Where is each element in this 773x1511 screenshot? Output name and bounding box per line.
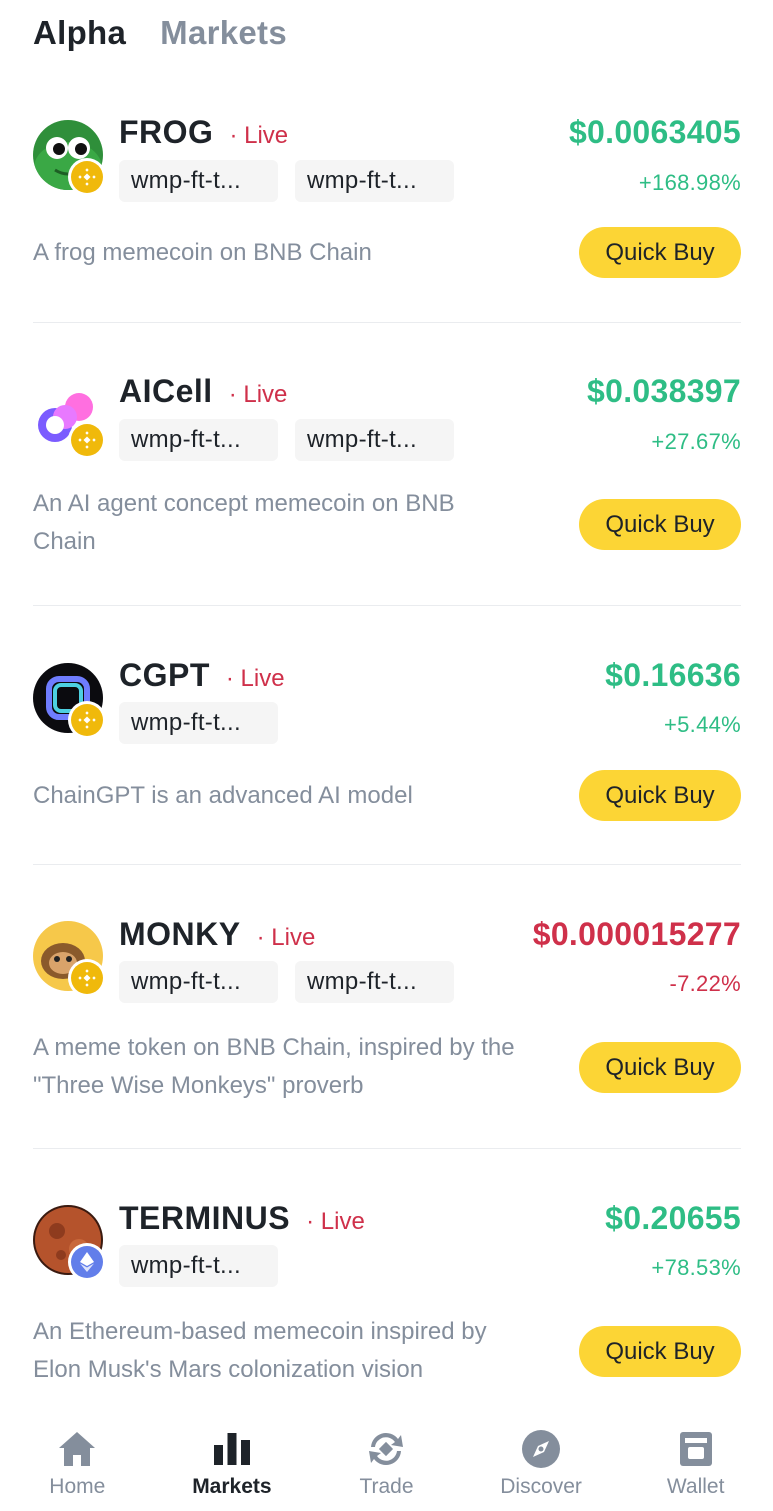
token-avatar (33, 120, 106, 196)
tab-markets[interactable]: Markets (160, 14, 287, 52)
token-card-frog[interactable]: FROG · Live wmp-ft-t... wmp-ft-t... $0.0… (33, 90, 741, 323)
bottom-nav-bar: Home Markets Trade Discover Wallet (0, 1415, 773, 1511)
live-status: · Live (306, 1208, 365, 1235)
nav-discover[interactable]: Discover (464, 1415, 619, 1511)
nav-markets[interactable]: Markets (155, 1415, 310, 1511)
token-tags: wmp-ft-t... (119, 1245, 278, 1287)
token-tag[interactable]: wmp-ft-t... (119, 702, 278, 744)
live-status: · Live (256, 924, 316, 951)
quick-buy-button[interactable]: Quick Buy (579, 770, 741, 821)
token-tag[interactable]: wmp-ft-t... (119, 160, 278, 202)
token-price: $0.16636 (605, 657, 741, 693)
token-change: +27.67% (651, 429, 741, 454)
token-description: A frog memecoin on BNB Chain (33, 239, 372, 266)
home-icon (55, 1427, 99, 1471)
token-tags: wmp-ft-t... wmp-ft-t... (119, 160, 454, 202)
token-tag[interactable]: wmp-ft-t... (119, 961, 278, 1003)
live-status: · Live (228, 381, 288, 408)
token-name-row: AICell · Live (119, 373, 287, 410)
token-price: $0.0063405 (568, 114, 741, 150)
token-description: An Ethereum-based memecoin inspired by E… (33, 1318, 487, 1383)
token-list: FROG · Live wmp-ft-t... wmp-ft-t... $0.0… (33, 90, 741, 1409)
nav-wallet[interactable]: Wallet (618, 1415, 773, 1511)
token-change: +78.53% (651, 1255, 741, 1280)
nav-label: Home (49, 1475, 106, 1498)
token-tags: wmp-ft-t... (119, 702, 278, 744)
token-avatar (33, 383, 106, 459)
token-card-monky[interactable]: MONKY · Live wmp-ft-t... wmp-ft-t... $0.… (33, 865, 741, 1149)
token-name-row: CGPT · Live (119, 657, 285, 694)
token-change: -7.22% (669, 971, 741, 996)
token-symbol: AICell (119, 373, 213, 409)
token-tag[interactable]: wmp-ft-t... (295, 419, 454, 461)
token-price: $0.038397 (587, 373, 741, 409)
token-tags: wmp-ft-t... wmp-ft-t... (119, 419, 454, 461)
token-price: $0.000015277 (532, 916, 741, 952)
token-name-row: TERMINUS · Live (119, 1200, 365, 1237)
token-tag[interactable]: wmp-ft-t... (119, 419, 278, 461)
ethereum-chain-icon (68, 1243, 106, 1281)
quick-buy-button[interactable]: Quick Buy (579, 1326, 741, 1377)
nav-home[interactable]: Home (0, 1415, 155, 1511)
nav-label: Wallet (666, 1475, 725, 1498)
top-tab-bar: Alpha Markets (33, 14, 287, 52)
token-tag[interactable]: wmp-ft-t... (119, 1245, 278, 1287)
token-tags: wmp-ft-t... wmp-ft-t... (119, 961, 454, 1003)
quick-buy-button[interactable]: Quick Buy (579, 1042, 741, 1093)
token-symbol: TERMINUS (119, 1200, 291, 1236)
token-card-terminus[interactable]: TERMINUS · Live wmp-ft-t... $0.20655 +78… (33, 1149, 741, 1409)
token-name-row: FROG · Live (119, 114, 288, 151)
token-tag[interactable]: wmp-ft-t... (295, 961, 454, 1003)
wallet-icon (674, 1427, 718, 1471)
token-avatar (33, 663, 106, 739)
token-avatar (33, 1205, 106, 1281)
token-symbol: FROG (119, 114, 214, 150)
bnb-chain-icon (68, 959, 106, 997)
token-symbol: MONKY (119, 916, 241, 952)
token-name-row: MONKY · Live (119, 916, 315, 953)
live-status: · Live (229, 122, 289, 149)
quick-buy-button[interactable]: Quick Buy (579, 499, 741, 550)
bar-chart-icon (210, 1427, 254, 1471)
live-status: · Live (225, 665, 285, 692)
token-avatar (33, 921, 106, 997)
token-description: A meme token on BNB Chain, inspired by t… (33, 1034, 515, 1099)
token-change: +5.44% (663, 712, 741, 737)
token-symbol: CGPT (119, 657, 210, 693)
token-card-cgpt[interactable]: CGPT · Live wmp-ft-t... $0.16636 +5.44% … (33, 606, 741, 865)
token-card-aicell[interactable]: AICell · Live wmp-ft-t... wmp-ft-t... $0… (33, 323, 741, 606)
trade-icon (364, 1427, 408, 1471)
nav-trade[interactable]: Trade (309, 1415, 464, 1511)
compass-icon (519, 1427, 563, 1471)
token-change: +168.98% (638, 170, 741, 195)
token-description: An AI agent concept memecoin on BNB Chai… (33, 490, 455, 555)
token-tag[interactable]: wmp-ft-t... (295, 160, 454, 202)
bnb-chain-icon (68, 158, 106, 196)
bnb-chain-icon (68, 421, 106, 459)
token-description: ChainGPT is an advanced AI model (33, 782, 413, 809)
nav-label: Trade (359, 1475, 414, 1498)
nav-label: Discover (500, 1475, 582, 1498)
bnb-chain-icon (68, 701, 106, 739)
quick-buy-button[interactable]: Quick Buy (579, 227, 741, 278)
token-price: $0.20655 (605, 1200, 741, 1236)
tab-alpha[interactable]: Alpha (33, 14, 126, 52)
nav-label: Markets (192, 1475, 272, 1498)
